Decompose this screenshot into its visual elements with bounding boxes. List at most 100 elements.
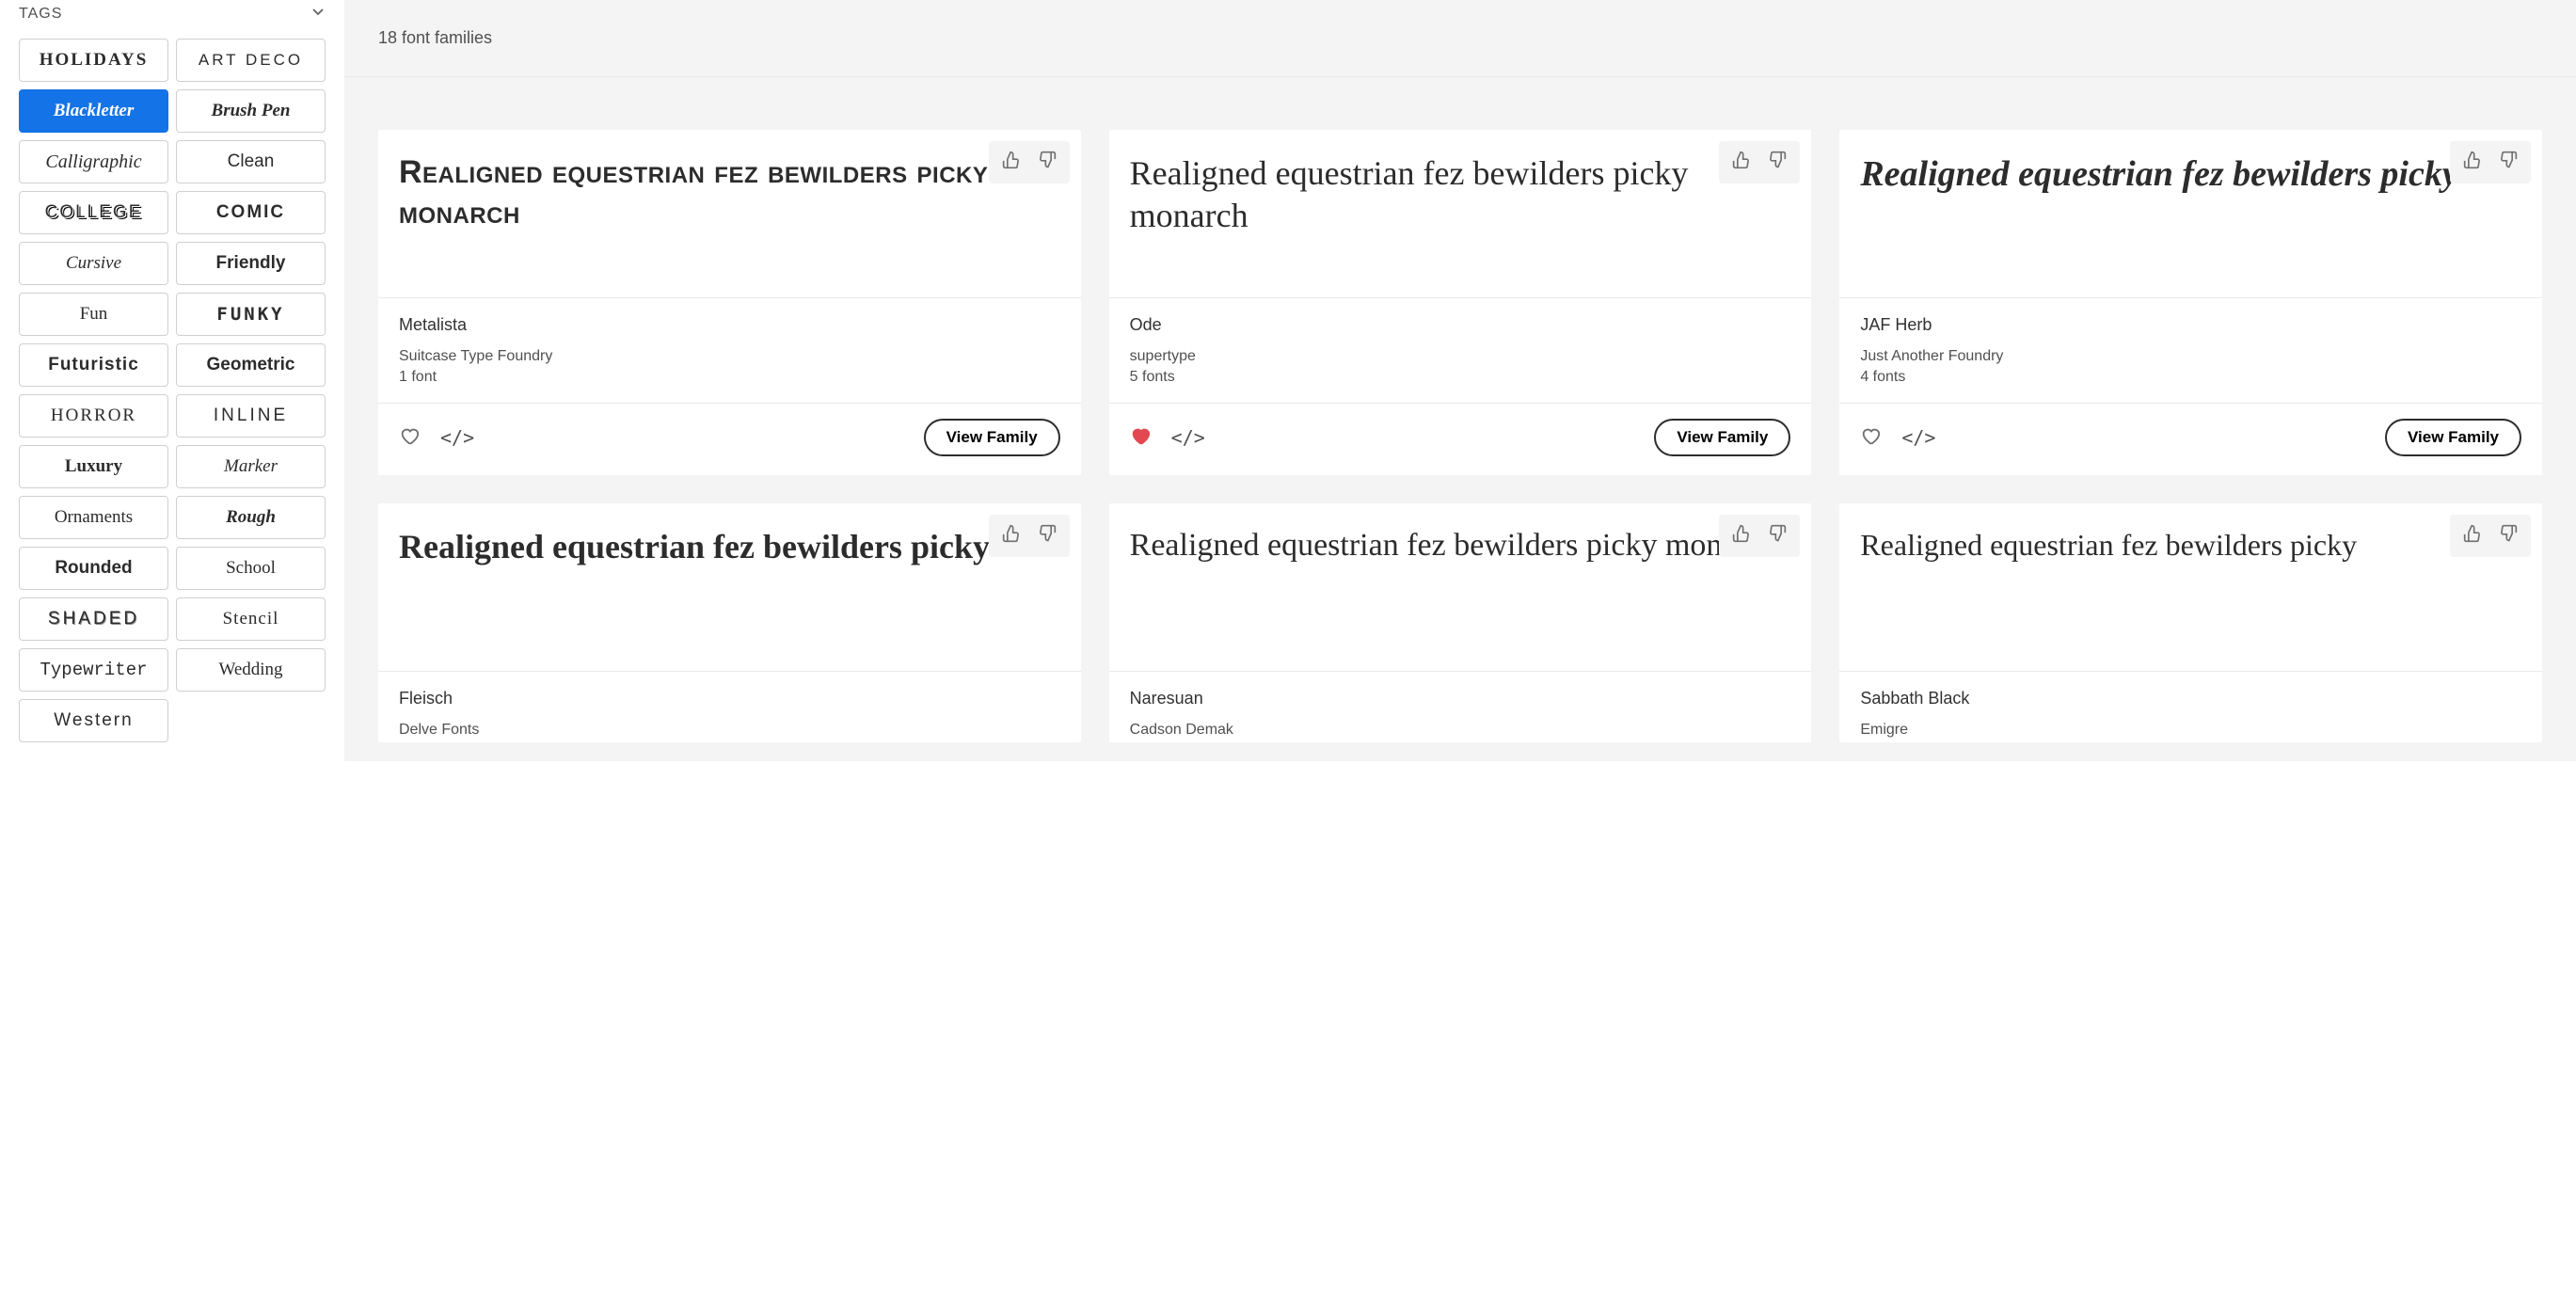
card-actions: </> View Family (1109, 403, 1812, 475)
tag-stencil[interactable]: Stencil (176, 597, 326, 641)
font-card: Realigned equestrian fez bewilders picky… (378, 503, 1081, 742)
font-card: Realigned equestrian fez bewilders picky… (1109, 130, 1812, 475)
thumbs-up-icon[interactable] (1732, 151, 1751, 174)
favorite-icon[interactable] (1130, 425, 1151, 451)
font-meta: JAF HerbJust Another Foundry4 fonts (1839, 297, 2542, 403)
tag-holidays[interactable]: HOLIDAYS (19, 39, 168, 82)
font-meta: Sabbath Black Emigre (1839, 671, 2542, 742)
tag-typewriter[interactable]: Typewriter (19, 648, 168, 692)
font-foundry[interactable]: Just Another Foundry (1860, 348, 2521, 365)
preview-text: Realigned equestrian fez bewilders picky (399, 526, 1060, 568)
font-name[interactable]: Fleisch (399, 689, 1060, 708)
font-foundry[interactable]: Suitcase Type Foundry (399, 348, 1060, 365)
vote-box (2450, 141, 2531, 183)
main-content: 18 font families Realigned equestrian fe… (344, 0, 2576, 761)
tag-fun[interactable]: Fun (19, 293, 168, 336)
view-family-button[interactable]: View Family (924, 419, 1060, 456)
font-card: Realigned equestrian fez bewilders picky… (378, 130, 1081, 475)
tag-futuristic[interactable]: Futuristic (19, 343, 168, 387)
font-foundry[interactable]: Cadson Demak (1130, 722, 1791, 739)
font-foundry[interactable]: supertype (1130, 348, 1791, 365)
font-preview[interactable]: Realigned equestrian fez bewilders picky… (1109, 130, 1812, 297)
font-count: 5 fonts (1130, 369, 1791, 386)
font-name[interactable]: Ode (1130, 315, 1791, 335)
tag-inline[interactable]: INLINE (176, 394, 326, 438)
tag-wedding[interactable]: Wedding (176, 648, 326, 692)
font-preview[interactable]: Realigned equestrian fez bewilders picky (1839, 130, 2542, 297)
tag-marker[interactable]: Marker (176, 445, 326, 488)
tag-college[interactable]: COLLEGE (19, 191, 168, 234)
font-meta: Fleisch Delve Fonts (378, 671, 1081, 742)
font-name[interactable]: Metalista (399, 315, 1060, 335)
tag-clean[interactable]: Clean (176, 140, 326, 183)
font-preview[interactable]: Realigned equestrian fez bewilders picky (378, 503, 1081, 671)
vote-box (989, 141, 1070, 183)
font-card: Realigned equestrian fez bewilders picky… (1839, 503, 2542, 742)
tag-rounded[interactable]: Rounded (19, 547, 168, 590)
code-icon[interactable]: </> (1171, 426, 1205, 449)
tag-cursive[interactable]: Cursive (19, 242, 168, 285)
chevron-down-icon (310, 4, 326, 24)
favorite-icon[interactable] (399, 425, 420, 451)
tag-school[interactable]: School (176, 547, 326, 590)
font-meta: MetalistaSuitcase Type Foundry1 font (378, 297, 1081, 403)
font-card: Realigned equestrian fez bewilders picky… (1839, 130, 2542, 475)
tag-comic[interactable]: COMIC (176, 191, 326, 234)
font-foundry[interactable]: Delve Fonts (399, 722, 1060, 739)
font-name[interactable]: JAF Herb (1860, 315, 2521, 335)
thumbs-down-icon[interactable] (1768, 524, 1787, 548)
tag-grid: HOLIDAYSART DECOBlackletterBrush PenCall… (19, 39, 326, 742)
thumbs-down-icon[interactable] (1038, 151, 1057, 174)
tags-title: TAGS (19, 6, 62, 23)
thumbs-down-icon[interactable] (2499, 524, 2518, 548)
preview-text: Realigned equestrian fez bewilders picky (1860, 152, 2521, 198)
tag-friendly[interactable]: Friendly (176, 242, 326, 285)
tag-shaded[interactable]: SHADED (19, 597, 168, 641)
font-name[interactable]: Sabbath Black (1860, 689, 2521, 708)
tag-art-deco[interactable]: ART DECO (176, 39, 326, 82)
tag-geometric[interactable]: Geometric (176, 343, 326, 387)
results-count: 18 font families (344, 0, 2576, 77)
card-actions: </> View Family (1839, 403, 2542, 475)
vote-box (1719, 515, 1800, 557)
font-preview[interactable]: Realigned equestrian fez bewilders picky… (1109, 503, 1812, 671)
tag-luxury[interactable]: Luxury (19, 445, 168, 488)
thumbs-up-icon[interactable] (1002, 151, 1021, 174)
tag-rough[interactable]: Rough (176, 496, 326, 539)
thumbs-down-icon[interactable] (1038, 524, 1057, 548)
tags-header[interactable]: TAGS (19, 0, 326, 39)
preview-text: Realigned equestrian fez bewilders picky… (1130, 152, 1791, 237)
card-actions: </> View Family (378, 403, 1081, 475)
font-meta: Naresuan Cadson Demak (1109, 671, 1812, 742)
thumbs-up-icon[interactable] (1732, 524, 1751, 548)
font-preview[interactable]: Realigned equestrian fez bewilders picky (1839, 503, 2542, 671)
tag-blackletter[interactable]: Blackletter (19, 89, 168, 133)
thumbs-up-icon[interactable] (2463, 151, 2482, 174)
vote-box (989, 515, 1070, 557)
font-name[interactable]: Naresuan (1130, 689, 1791, 708)
code-icon[interactable]: </> (1901, 426, 1935, 449)
preview-text: Realigned equestrian fez bewilders picky (1860, 526, 2521, 564)
tag-horror[interactable]: HORROR (19, 394, 168, 438)
favorite-icon[interactable] (1860, 425, 1881, 451)
view-family-button[interactable]: View Family (2385, 419, 2521, 456)
tag-brush-pen[interactable]: Brush Pen (176, 89, 326, 133)
sidebar: TAGS HOLIDAYSART DECOBlackletterBrush Pe… (0, 0, 344, 761)
thumbs-down-icon[interactable] (2499, 151, 2518, 174)
view-family-button[interactable]: View Family (1654, 419, 1790, 456)
thumbs-down-icon[interactable] (1768, 151, 1787, 174)
preview-text: Realigned equestrian fez bewilders picky… (1130, 526, 1791, 566)
vote-box (2450, 515, 2531, 557)
font-foundry[interactable]: Emigre (1860, 722, 2521, 739)
thumbs-up-icon[interactable] (2463, 524, 2482, 548)
tag-calligraphic[interactable]: Calligraphic (19, 140, 168, 183)
font-card: Realigned equestrian fez bewilders picky… (1109, 503, 1812, 742)
tag-ornaments[interactable]: Ornaments (19, 496, 168, 539)
tag-funky[interactable]: FUNKY (176, 293, 326, 336)
tag-western[interactable]: Western (19, 699, 168, 742)
thumbs-up-icon[interactable] (1002, 524, 1021, 548)
code-icon[interactable]: </> (440, 426, 474, 449)
preview-text: Realigned equestrian fez bewilders picky… (399, 152, 1060, 232)
font-preview[interactable]: Realigned equestrian fez bewilders picky… (378, 130, 1081, 297)
font-meta: Ode supertype 5 fonts (1109, 297, 1812, 403)
